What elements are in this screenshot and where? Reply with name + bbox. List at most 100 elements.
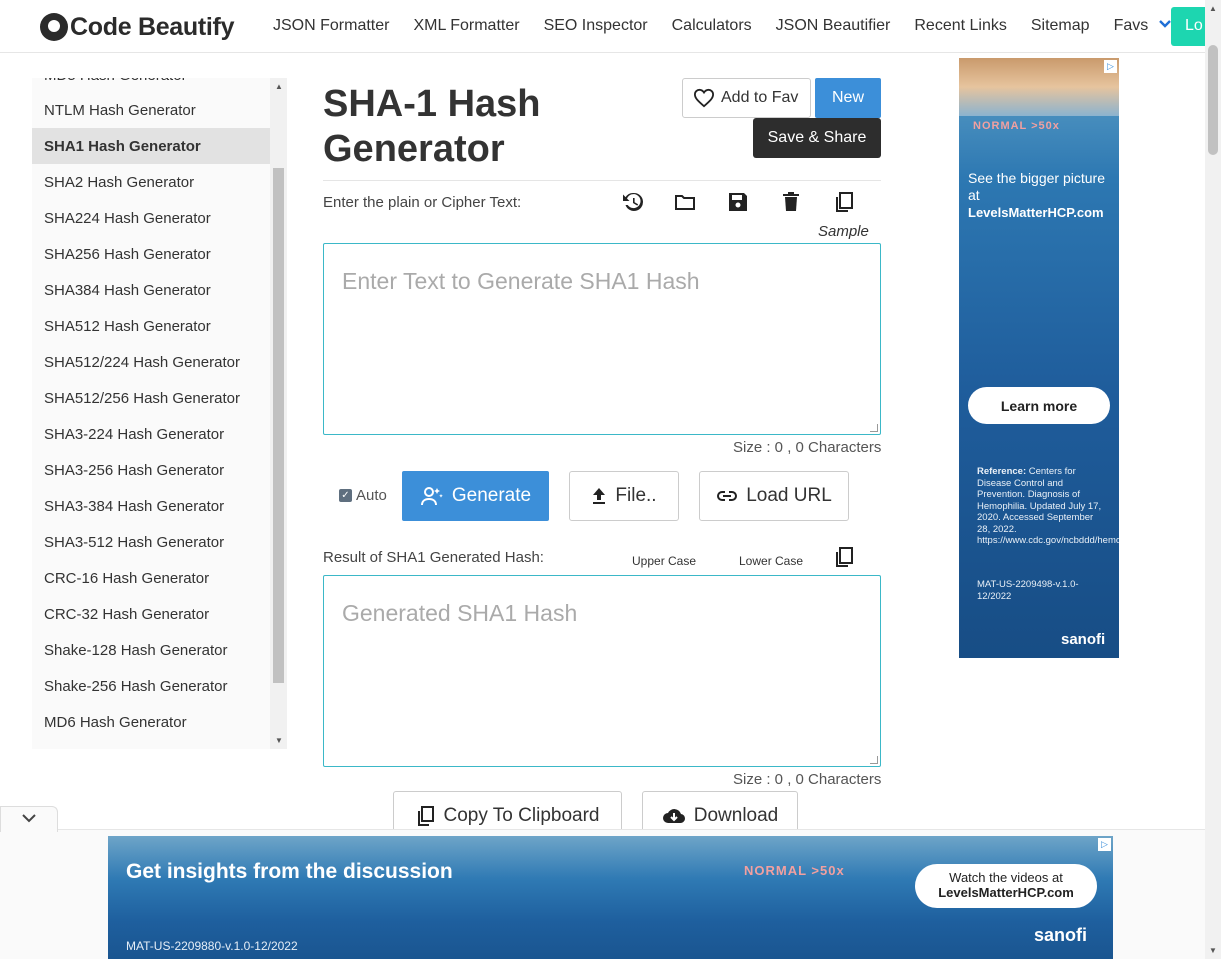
download-label: Download bbox=[693, 805, 779, 826]
save-share-button[interactable]: Save & Share bbox=[753, 118, 881, 158]
sidebar-item-sha512-256[interactable]: SHA512/256 Hash Generator bbox=[32, 380, 270, 416]
input-label: Enter the plain or Cipher Text: bbox=[323, 194, 522, 211]
nav-json-formatter[interactable]: JSON Formatter bbox=[273, 17, 389, 35]
sidebar-item-sha3-512[interactable]: SHA3-512 Hash Generator bbox=[32, 524, 270, 560]
sidebar-item-md6[interactable]: MD6 Hash Generator bbox=[32, 704, 270, 740]
resize-handle[interactable] bbox=[870, 424, 878, 432]
input-size-counter: Size : 0 , 0 Characters bbox=[733, 439, 882, 456]
nav-sitemap[interactable]: Sitemap bbox=[1031, 17, 1090, 35]
sidebar-scrollbar-thumb[interactable] bbox=[273, 168, 284, 683]
hash-tools-sidebar: MD5 Hash Generator NTLM Hash Generator S… bbox=[32, 78, 287, 749]
load-url-button[interactable]: Load URL bbox=[699, 471, 849, 521]
link-icon bbox=[717, 491, 738, 501]
cloud-download-icon bbox=[662, 809, 685, 824]
sidebar-item-sha512-224[interactable]: SHA512/224 Hash Generator bbox=[32, 344, 270, 380]
sidebar-item-sha3-256[interactable]: SHA3-256 Hash Generator bbox=[32, 452, 270, 488]
ad-pool-image bbox=[959, 58, 1119, 116]
resize-handle[interactable] bbox=[870, 756, 878, 764]
title-divider bbox=[323, 180, 881, 181]
sidebar-item-sha3-384[interactable]: SHA3-384 Hash Generator bbox=[32, 488, 270, 524]
file-button[interactable]: File.. bbox=[569, 471, 679, 521]
scroll-down-arrow-icon[interactable]: ▼ bbox=[1209, 946, 1217, 955]
bottom-advertisement[interactable]: ▷ Get insights from the discussion NORMA… bbox=[108, 836, 1113, 959]
sidebar-item-shake256[interactable]: Shake-256 Hash Generator bbox=[32, 668, 270, 704]
collapse-ad-button[interactable] bbox=[0, 806, 58, 832]
sidebar-item-sha256[interactable]: SHA256 Hash Generator bbox=[32, 236, 270, 272]
ad-badge: NORMAL >50x bbox=[973, 120, 1060, 132]
ad-reference: Reference: Centers for Disease Control a… bbox=[977, 466, 1119, 547]
sidebar-item-md5[interactable]: MD5 Hash Generator bbox=[32, 78, 270, 93]
sidebar-item-sha2[interactable]: SHA2 Hash Generator bbox=[32, 164, 270, 200]
logo-text: Code Beautify bbox=[70, 12, 235, 41]
page-title: SHA-1 Hash Generator bbox=[323, 83, 541, 170]
nav-xml-formatter[interactable]: XML Formatter bbox=[413, 17, 519, 35]
sidebar-item-crc32[interactable]: CRC-32 Hash Generator bbox=[32, 596, 270, 632]
sidebar-item-shake128[interactable]: Shake-128 Hash Generator bbox=[32, 632, 270, 668]
ad-headline-url: LevelsMatterHCP.com bbox=[968, 205, 1104, 220]
generate-button[interactable]: Generate bbox=[402, 471, 549, 521]
upload-icon bbox=[593, 488, 606, 504]
adchoices-icon[interactable]: ▷ bbox=[1104, 60, 1117, 73]
sanofi-logo: sanofi bbox=[1061, 631, 1106, 648]
bottom-ad-headline: Get insights from the discussion bbox=[126, 860, 453, 883]
ad-reference-text: Centers for Disease Control and Preventi… bbox=[977, 466, 1119, 546]
generate-user-icon bbox=[420, 487, 443, 506]
page-scrollbar-thumb[interactable] bbox=[1208, 45, 1218, 155]
nav-calculators[interactable]: Calculators bbox=[672, 17, 752, 35]
copy-icon[interactable] bbox=[832, 190, 856, 214]
bottom-ad-cta-url: LevelsMatterHCP.com bbox=[938, 885, 1074, 900]
sidebar-scroll-down-icon[interactable]: ▼ bbox=[275, 736, 283, 745]
ad-headline-line-1: See the bigger picture at bbox=[968, 170, 1105, 203]
delete-icon[interactable] bbox=[779, 190, 803, 214]
clipboard-icon bbox=[417, 806, 434, 826]
checkbox-checked-icon[interactable]: ✓ bbox=[339, 489, 352, 502]
bottom-ad-cta[interactable]: Watch the videos at LevelsMatterHCP.com bbox=[915, 864, 1097, 908]
ad-reference-title: Reference: bbox=[977, 466, 1027, 477]
copy-result-icon[interactable] bbox=[832, 545, 856, 569]
input-placeholder: Enter Text to Generate SHA1 Hash bbox=[342, 268, 700, 294]
right-advertisement[interactable]: ▷ NORMAL >50x See the bigger picture at … bbox=[959, 58, 1119, 658]
new-button[interactable]: New bbox=[815, 78, 881, 118]
input-textarea[interactable]: Enter Text to Generate SHA1 Hash bbox=[323, 243, 881, 435]
lower-case-button[interactable]: Lower Case bbox=[739, 554, 803, 568]
top-navbar: Code Beautify JSON Formatter XML Formatt… bbox=[0, 0, 1211, 53]
sidebar-item-ntlm[interactable]: NTLM Hash Generator bbox=[32, 92, 270, 128]
save-icon[interactable] bbox=[726, 190, 750, 214]
ad-headline: See the bigger picture at LevelsMatterHC… bbox=[968, 170, 1118, 221]
nav-favs[interactable]: Favs bbox=[1114, 17, 1149, 35]
sanofi-logo: sanofi bbox=[1034, 925, 1088, 945]
nav-seo-inspector[interactable]: SEO Inspector bbox=[544, 17, 648, 35]
bottom-ad-code: MAT-US-2209880-v.1.0-12/2022 bbox=[126, 939, 298, 953]
copy-to-clipboard-label: Copy To Clipboard bbox=[443, 805, 600, 826]
output-textarea[interactable]: Generated SHA1 Hash bbox=[323, 575, 881, 767]
sidebar-item-sha3-224[interactable]: SHA3-224 Hash Generator bbox=[32, 416, 270, 452]
scroll-up-arrow-icon[interactable]: ▲ bbox=[1209, 4, 1217, 13]
auto-checkbox[interactable]: ✓ Auto bbox=[339, 487, 387, 504]
generate-label: Generate bbox=[451, 485, 532, 506]
output-placeholder: Generated SHA1 Hash bbox=[342, 600, 578, 626]
main-nav: JSON Formatter XML Formatter SEO Inspect… bbox=[273, 17, 1196, 35]
nav-json-beautifier[interactable]: JSON Beautifier bbox=[776, 17, 891, 35]
sidebar-scrollbar[interactable]: ▲ ▼ bbox=[270, 78, 287, 749]
upper-case-button[interactable]: Upper Case bbox=[632, 554, 696, 568]
sidebar-item-sha384[interactable]: SHA384 Hash Generator bbox=[32, 272, 270, 308]
ad-code: MAT-US-2209498-v.1.0-12/2022 bbox=[977, 579, 1079, 602]
open-folder-icon[interactable] bbox=[673, 190, 697, 214]
add-to-fav-button[interactable]: Add to Fav bbox=[682, 78, 811, 118]
sidebar-item-crc16[interactable]: CRC-16 Hash Generator bbox=[32, 560, 270, 596]
chevron-down-icon bbox=[22, 814, 36, 823]
page-scrollbar[interactable]: ▲ ▼ bbox=[1205, 0, 1221, 959]
file-label: File.. bbox=[615, 485, 657, 506]
adchoices-icon[interactable]: ▷ bbox=[1098, 838, 1111, 851]
sidebar-scroll-up-icon[interactable]: ▲ bbox=[275, 82, 283, 91]
result-label: Result of SHA1 Generated Hash: bbox=[323, 549, 544, 566]
auto-label: Auto bbox=[356, 487, 387, 504]
sidebar-item-sha224[interactable]: SHA224 Hash Generator bbox=[32, 200, 270, 236]
ad-learn-more-button[interactable]: Learn more bbox=[968, 387, 1110, 424]
history-icon[interactable] bbox=[621, 190, 645, 214]
nav-recent-links[interactable]: Recent Links bbox=[914, 17, 1007, 35]
site-logo[interactable]: Code Beautify bbox=[40, 10, 234, 44]
sidebar-item-sha512[interactable]: SHA512 Hash Generator bbox=[32, 308, 270, 344]
sample-link[interactable]: Sample bbox=[818, 223, 869, 240]
sidebar-item-sha1[interactable]: SHA1 Hash Generator bbox=[32, 128, 270, 164]
